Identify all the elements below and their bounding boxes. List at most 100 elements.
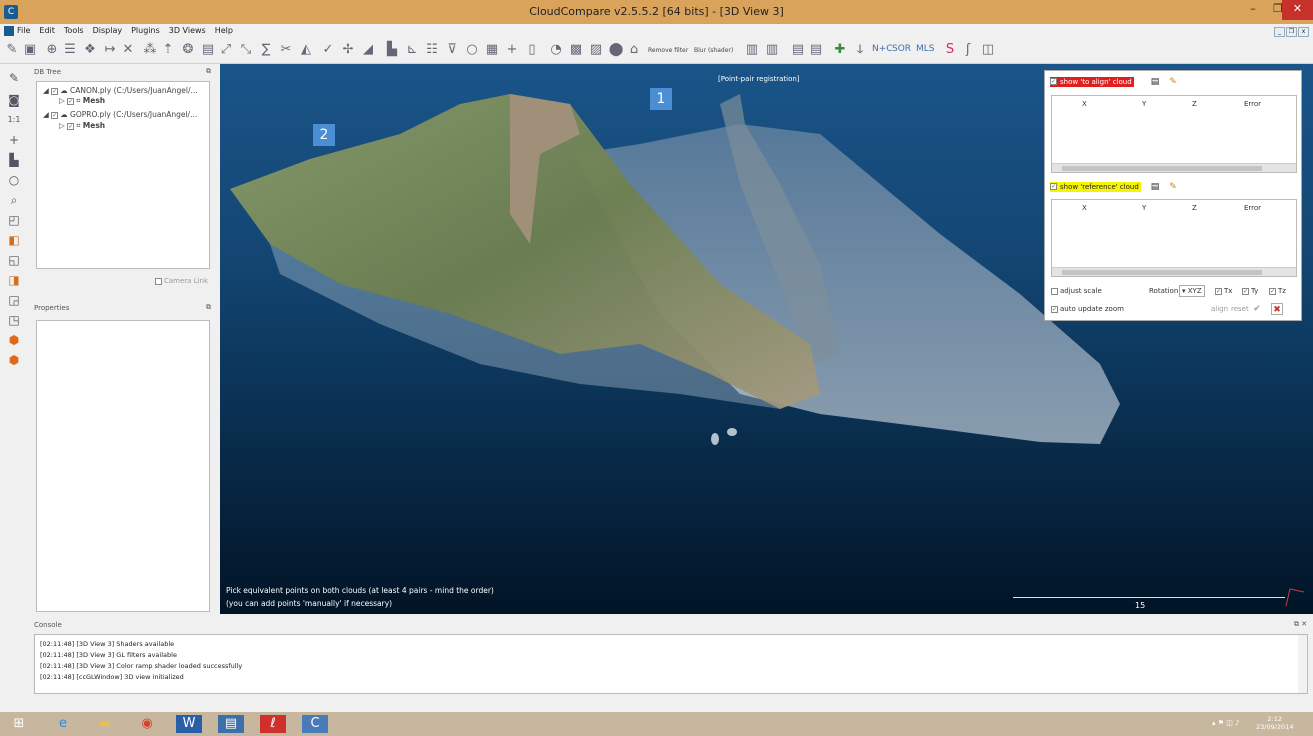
bucket-icon[interactable]: ◭ [298,42,314,58]
tree-item-canon-mesh[interactable]: ▷ ✓ ⌗ Mesh [59,96,105,106]
iso1-cube-icon[interactable]: ⬢ [6,332,22,348]
float-panel-icon[interactable]: ⧉ [206,303,211,312]
mdi-restore-icon[interactable]: ❐ [1286,27,1297,37]
close-button[interactable]: ✕ [1282,0,1313,20]
mls-button[interactable]: MLS [916,44,935,54]
document-icon[interactable] [4,26,14,36]
gopro-mesh-checkbox[interactable]: ✓ [67,122,75,130]
tree-item-gopro[interactable]: ◢ ✓ ☁ GOPRO.ply (C:/Users/JuanAngel/... [43,110,197,120]
edit-pencil-icon[interactable]: ✎ [1167,181,1179,193]
camera-icon[interactable]: ◙ [6,92,22,108]
app-icon[interactable]: ▤ [218,715,244,733]
cloudcompare-taskbar-icon[interactable]: C [302,715,328,733]
qrad-icon[interactable]: ▩ [568,42,584,58]
tz-checkbox[interactable]: ✓ Tz [1269,287,1286,295]
reset-button[interactable]: reset [1231,305,1249,313]
plot-icon[interactable]: ⊾ [404,42,420,58]
start-windows-icon[interactable]: ⊞ [6,715,32,733]
segment-icon[interactable]: ✂ [278,42,294,58]
to-align-points-table[interactable]: X Y Z Error [1051,95,1297,173]
classify2-icon[interactable]: ▤ [808,42,824,58]
iso2-cube-icon[interactable]: ⬢ [6,352,22,368]
sphere-icon[interactable]: ○ [464,42,480,58]
delete-icon[interactable]: ✕ [120,42,136,58]
validate-check-icon[interactable]: ✔ [1251,303,1263,315]
menu-file[interactable]: File [17,24,30,38]
align-button[interactable]: align [1211,305,1228,313]
octree-icon[interactable]: ❂ [180,42,196,58]
file-explorer-icon[interactable]: ▬ [92,715,118,733]
console-float-close-icon[interactable]: ⧉ ✕ [1294,620,1307,629]
section-icon[interactable]: ◢ [360,42,376,58]
zoom-1to1-icon[interactable]: 1:1 [6,112,22,128]
clone-icon[interactable]: ⊕ [44,42,60,58]
histogram-icon[interactable]: ▙ [384,42,400,58]
distance-icon[interactable]: ⤢ [218,42,234,58]
mesh-icon[interactable]: ▤ [200,42,216,58]
taskbar-clock[interactable]: 2:12 23/09/2014 [1256,715,1293,731]
console-scrollbar[interactable] [1298,635,1307,693]
distance-mesh-icon[interactable]: ⤡ [238,42,254,58]
float-panel-icon[interactable]: ⧉ [206,67,211,76]
menu-help[interactable]: Help [215,24,233,38]
tx-checkbox[interactable]: ✓ Tx [1215,287,1232,295]
bottom-view-icon[interactable]: ◳ [6,312,22,328]
mdi-close-icon[interactable]: x [1298,27,1309,37]
system-tray-icons[interactable]: ▴ ⚑ ◫ ♪ [1212,719,1240,727]
menu-plugins[interactable]: Plugins [131,24,160,38]
translate-icon[interactable]: ↦ [102,42,118,58]
ty-checkbox[interactable]: ✓ Ty [1242,287,1258,295]
top-view-icon[interactable]: ◰ [6,212,22,228]
show-to-align-checkbox[interactable]: ✓ show 'to align' cloud [1050,77,1134,87]
magnifier-icon[interactable]: ⌕ [6,192,22,208]
horizontal-scrollbar[interactable] [1052,163,1296,172]
menu-3d-views[interactable]: 3D Views [169,24,206,38]
globe-icon[interactable]: ○ [6,172,22,188]
sf-icon[interactable]: ☷ [424,42,440,58]
filter-icon[interactable]: ⊽ [444,42,460,58]
qedl-icon[interactable]: ▨ [588,42,604,58]
left-view-icon[interactable]: ◱ [6,252,22,268]
right-view-icon[interactable]: ◲ [6,292,22,308]
open-icon[interactable]: ✎ [4,42,20,58]
internet-explorer-icon[interactable]: e [50,715,76,733]
cross-section-icon[interactable]: ✚ [832,42,848,58]
doc-icon[interactable]: ▯ [524,42,540,58]
s-icon[interactable]: S [942,42,958,58]
nfc-button[interactable]: N+C [872,44,893,54]
edit-pencil-icon[interactable]: ✎ [1167,76,1179,88]
grid-icon[interactable]: ▦ [484,42,500,58]
cancel-x-icon[interactable]: ✖ [1271,303,1283,315]
add-icon[interactable]: + [504,42,520,58]
subsample-icon[interactable]: ⁂ [142,42,158,58]
dock-icon[interactable]: ◫ [980,42,996,58]
table2-icon[interactable]: ▥ [764,42,780,58]
stats-icon[interactable]: ∑ [258,42,274,58]
back-cube-icon[interactable]: ◨ [6,272,22,288]
merge-icon[interactable]: ❖ [82,42,98,58]
table-icon[interactable]: ▤ [1149,76,1161,88]
classify-icon[interactable]: ▤ [790,42,806,58]
gopro-checkbox[interactable]: ✓ [51,111,59,119]
table-icon[interactable]: ▥ [744,42,760,58]
sor-button[interactable]: SOR [892,44,911,54]
acrobat-icon[interactable]: ℓ [260,715,286,733]
normals-icon[interactable]: ⇡ [160,42,176,58]
tree-item-canon[interactable]: ◢ ✓ ☁ CANON.ply (C:/Users/JuanAngel/... [43,86,198,96]
blur-shader-button[interactable]: Blur (shader) [694,47,733,54]
auto-update-zoom-checkbox[interactable]: ✓ auto update zoom [1051,305,1124,313]
remove-filter-button[interactable]: Remove filter [648,47,688,54]
s2-icon[interactable]: ʃ [960,42,976,58]
crosshair-icon[interactable]: + [6,132,22,148]
chrome-icon[interactable]: ◉ [134,715,160,733]
list-icon[interactable]: ☰ [62,42,78,58]
table-icon[interactable]: ▤ [1149,181,1161,193]
save-icon[interactable]: ▣ [22,42,38,58]
scan-icon[interactable]: ↆ [852,42,868,58]
reference-points-table[interactable]: X Y Z Error [1051,199,1297,277]
point-pair-icon[interactable]: ✢ [340,42,356,58]
show-reference-checkbox[interactable]: ✓ show 'reference' cloud [1050,182,1141,192]
pick-icon[interactable]: ✓ [320,42,336,58]
pencil-icon[interactable]: ✎ [6,70,22,86]
canon-mesh-checkbox[interactable]: ✓ [67,97,75,105]
